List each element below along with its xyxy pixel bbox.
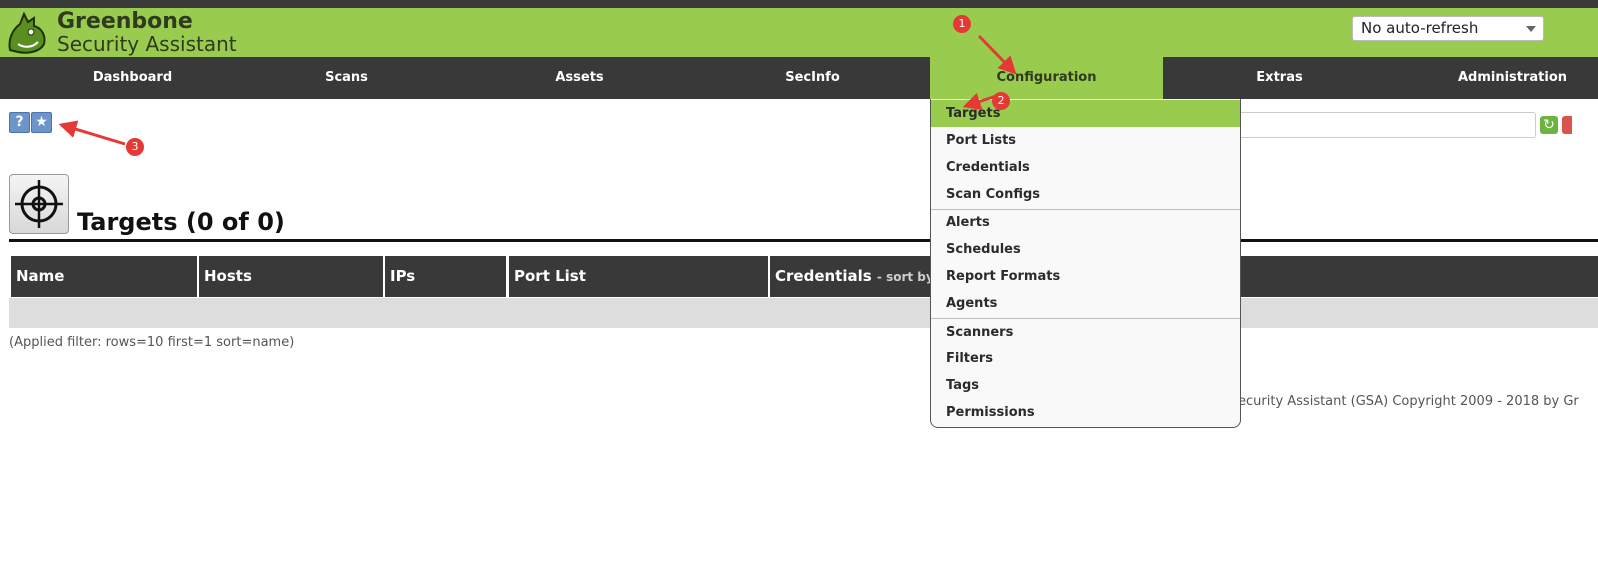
annotation-marker-3: 3 xyxy=(126,138,144,156)
menu-item-agents[interactable]: Agents xyxy=(931,290,1240,317)
new-target-icon[interactable]: ★ xyxy=(31,112,52,133)
crosshair-icon xyxy=(15,180,63,228)
nav-secinfo[interactable]: SecInfo xyxy=(696,57,929,99)
nav-administration[interactable]: Administration xyxy=(1396,57,1598,99)
chevron-down-icon xyxy=(1526,26,1536,32)
brand-name: Greenbone xyxy=(57,9,193,34)
menu-item-credentials[interactable]: Credentials xyxy=(931,154,1240,181)
greenbone-logo-icon xyxy=(8,11,46,54)
help-icon[interactable]: ? xyxy=(9,112,30,133)
menu-item-scan-configs[interactable]: Scan Configs xyxy=(931,181,1240,208)
menu-item-targets[interactable]: Targets xyxy=(931,100,1240,127)
main-nav: Dashboard Scans Assets SecInfo Configura… xyxy=(0,57,1598,99)
column-header-ips[interactable]: IPs xyxy=(385,256,506,297)
applied-filter-text: (Applied filter: rows=10 first=1 sort=na… xyxy=(9,335,295,350)
column-header-port-list[interactable]: Port List xyxy=(509,256,768,297)
filter-input[interactable] xyxy=(1238,112,1536,138)
menu-item-alerts[interactable]: Alerts xyxy=(931,209,1240,236)
brand-subtitle: Security Assistant xyxy=(57,32,237,56)
header-bar: Greenbone Security Assistant No auto-ref… xyxy=(0,8,1598,57)
menu-item-filters[interactable]: Filters xyxy=(931,345,1240,372)
column-header-name[interactable]: Name xyxy=(11,256,197,297)
reset-filter-icon[interactable] xyxy=(1562,116,1572,134)
table-row xyxy=(9,298,1598,328)
nav-dashboard[interactable]: Dashboard xyxy=(0,57,265,99)
auto-refresh-select[interactable]: No auto-refresh xyxy=(1352,16,1544,41)
menu-item-tags[interactable]: Tags xyxy=(931,372,1240,399)
title-divider xyxy=(9,239,1598,242)
annotation-marker-2: 2 xyxy=(992,92,1010,110)
nav-configuration[interactable]: Configuration xyxy=(930,57,1163,99)
column-header-hosts[interactable]: Hosts xyxy=(199,256,383,297)
menu-item-schedules[interactable]: Schedules xyxy=(931,236,1240,263)
menu-item-report-formats[interactable]: Report Formats xyxy=(931,263,1240,290)
nav-extras[interactable]: Extras xyxy=(1163,57,1396,99)
credentials-header-label: Credentials xyxy=(775,267,872,285)
footer-copyright: ecurity Assistant (GSA) Copyright 2009 -… xyxy=(1238,394,1579,409)
annotation-marker-1: 1 xyxy=(953,15,971,33)
top-strip xyxy=(0,0,1598,8)
configuration-dropdown-menu: Targets Port Lists Credentials Scan Conf… xyxy=(930,99,1241,428)
page-title: Targets (0 of 0) xyxy=(77,208,285,236)
nav-assets[interactable]: Assets xyxy=(463,57,696,99)
auto-refresh-value: No auto-refresh xyxy=(1361,19,1479,37)
target-icon xyxy=(9,174,69,234)
menu-item-permissions[interactable]: Permissions xyxy=(931,399,1240,426)
nav-scans[interactable]: Scans xyxy=(230,57,463,99)
refresh-icon[interactable]: ↻ xyxy=(1540,116,1558,134)
menu-item-port-lists[interactable]: Port Lists xyxy=(931,127,1240,154)
menu-item-scanners[interactable]: Scanners xyxy=(931,319,1240,346)
